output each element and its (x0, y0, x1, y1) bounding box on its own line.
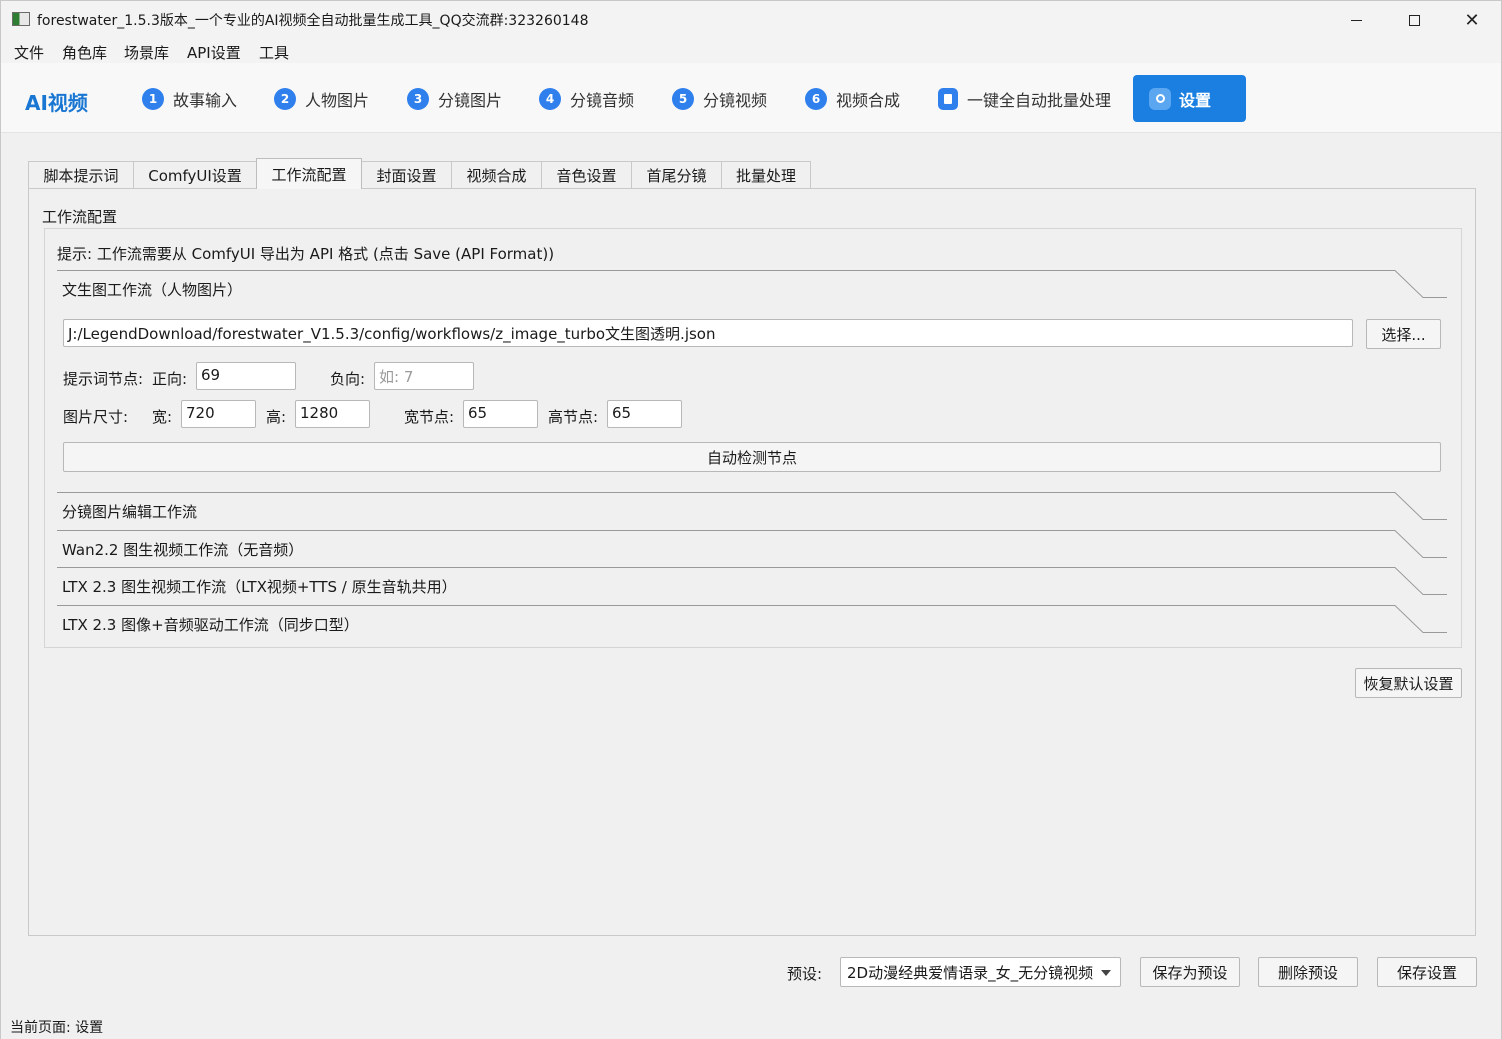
gear-icon (1149, 87, 1171, 110)
section-frame (57, 492, 1447, 520)
tab-voice-settings[interactable]: 音色设置 (541, 161, 632, 189)
menu-tools[interactable]: 工具 (259, 42, 289, 63)
title-bar: forestwater_1.5.3版本_一个专业的AI视频全自动批量生成工具_Q… (1, 1, 1501, 39)
brand-logo: AI视频 (25, 91, 88, 115)
nav-step-storyboard-images[interactable]: 3 分镜图片 (407, 75, 502, 122)
browse-button[interactable]: 选择... (1366, 319, 1441, 349)
tab-comfyui-settings[interactable]: ComfyUI设置 (133, 161, 257, 189)
height-node-label: 高节点: (548, 408, 599, 426)
section-ltx23-i2v-workflow[interactable]: LTX 2.3 图生视频工作流（LTX视频+TTS / 原生音轨共用） (57, 567, 1447, 604)
preset-select[interactable]: 2D动漫经典爱情语录_女_无分镜视频 (840, 957, 1121, 987)
nav-step-batch-auto[interactable]: 一键全自动批量处理 (938, 75, 1111, 122)
positive-node-input[interactable]: 69 (196, 362, 296, 390)
auto-detect-nodes-button[interactable]: 自动检测节点 (63, 442, 1441, 472)
image-size-label: 图片尺寸: (63, 408, 129, 426)
nav-step-label: 故事输入 (173, 90, 238, 110)
nav-step-label: 分镜视频 (703, 90, 768, 110)
nav-step-label: 分镜图片 (438, 90, 503, 110)
nav-bar: AI视频 1 故事输入 2 人物图片 3 分镜图片 4 分镜音频 5 分镜视频 … (1, 63, 1501, 133)
step-number-badge: 6 (805, 87, 827, 110)
step-number-badge: 2 (274, 87, 296, 110)
section-frame (57, 270, 1447, 298)
save-settings-button[interactable]: 保存设置 (1377, 957, 1477, 987)
section-storyboard-edit-workflow[interactable]: 分镜图片编辑工作流 (57, 492, 1447, 529)
tab-script-prompts[interactable]: 脚本提示词 (28, 161, 134, 189)
nav-step-storyboard-video[interactable]: 5 分镜视频 (672, 75, 767, 122)
app-window: forestwater_1.5.3版本_一个专业的AI视频全自动批量生成工具_Q… (0, 0, 1502, 1039)
nav-step-label: 人物图片 (305, 90, 370, 110)
maximize-icon (1408, 14, 1420, 26)
menu-file[interactable]: 文件 (14, 42, 44, 63)
document-icon (938, 87, 958, 110)
section-label: 文生图工作流（人物图片） (62, 281, 243, 299)
height-node-input[interactable]: 65 (607, 400, 682, 428)
tab-video-compose[interactable]: 视频合成 (451, 161, 542, 189)
menu-api-settings[interactable]: API设置 (187, 42, 241, 63)
nav-step-character-images[interactable]: 2 人物图片 (274, 75, 369, 122)
maximize-button[interactable] (1385, 1, 1443, 39)
minimize-icon (1350, 19, 1362, 21)
status-bar: 当前页面: 设置 (1, 1011, 1501, 1039)
tab-batch-processing[interactable]: 批量处理 (721, 161, 811, 189)
save-as-preset-button[interactable]: 保存为预设 (1140, 957, 1240, 987)
step-number-badge: 5 (672, 87, 694, 110)
nav-step-label: 设置 (1179, 90, 1212, 110)
tab-workflow-config[interactable]: 工作流配置 (256, 158, 362, 189)
step-number-badge: 4 (539, 87, 561, 110)
section-label: 分镜图片编辑工作流 (62, 503, 198, 521)
nav-step-label: 分镜音频 (570, 90, 635, 110)
tab-first-last-frame[interactable]: 首尾分镜 (631, 161, 722, 189)
api-format-hint: 提示: 工作流需要从 ComfyUI 导出为 API 格式 (点击 Save (… (57, 245, 555, 263)
nav-step-story-input[interactable]: 1 故事输入 (142, 75, 237, 122)
step-number-badge: 3 (407, 87, 429, 110)
width-label: 宽: (152, 408, 173, 426)
menu-bar: 文件 角色库 场景库 API设置 工具 (1, 39, 1501, 63)
status-text: 当前页面: 设置 (10, 1020, 104, 1036)
close-icon: ✕ (1464, 9, 1480, 31)
app-icon (12, 12, 30, 26)
panel-title: 工作流配置 (42, 208, 118, 226)
negative-label: 负向: (330, 370, 366, 388)
menu-scene-library[interactable]: 场景库 (124, 42, 169, 63)
preset-value: 2D动漫经典爱情语录_女_无分镜视频 (847, 964, 1094, 982)
tab-cover-settings[interactable]: 封面设置 (361, 161, 452, 189)
section-label: Wan2.2 图生视频工作流（无音频） (62, 541, 304, 559)
preset-label: 预设: (787, 965, 823, 983)
step-number-badge: 1 (142, 87, 164, 110)
nav-step-settings[interactable]: 设置 (1133, 75, 1246, 122)
width-input[interactable]: 720 (181, 400, 256, 428)
nav-step-video-compose[interactable]: 6 视频合成 (805, 75, 900, 122)
height-input[interactable]: 1280 (295, 400, 370, 428)
menu-character-library[interactable]: 角色库 (62, 42, 107, 63)
section-t2i-workflow[interactable]: 文生图工作流（人物图片） (57, 270, 1447, 307)
nav-step-label: 一键全自动批量处理 (967, 90, 1112, 110)
section-label: LTX 2.3 图生视频工作流（LTX视频+TTS / 原生音轨共用） (62, 578, 457, 596)
delete-preset-button[interactable]: 删除预设 (1258, 957, 1358, 987)
close-button[interactable]: ✕ (1443, 1, 1501, 39)
restore-defaults-button[interactable]: 恢复默认设置 (1355, 668, 1462, 698)
positive-label: 正向: (152, 370, 188, 388)
nav-step-storyboard-audio[interactable]: 4 分镜音频 (539, 75, 634, 122)
height-label: 高: (266, 408, 287, 426)
prompt-nodes-label: 提示词节点: (63, 370, 144, 388)
width-node-input[interactable]: 65 (463, 400, 538, 428)
negative-node-input[interactable]: 如: 7 (374, 362, 474, 390)
section-ltx23-lipsync-workflow[interactable]: LTX 2.3 图像+音频驱动工作流（同步口型） (57, 605, 1447, 642)
nav-step-label: 视频合成 (836, 90, 901, 110)
workflow-path-input[interactable]: J:/LegendDownload/forestwater_V1.5.3/con… (63, 319, 1353, 347)
window-title: forestwater_1.5.3版本_一个专业的AI视频全自动批量生成工具_Q… (37, 13, 589, 29)
section-wan22-workflow[interactable]: Wan2.2 图生视频工作流（无音频） (57, 530, 1447, 567)
chevron-down-icon (1101, 970, 1111, 976)
width-node-label: 宽节点: (404, 408, 455, 426)
minimize-button[interactable] (1327, 1, 1385, 39)
section-label: LTX 2.3 图像+音频驱动工作流（同步口型） (62, 616, 359, 634)
